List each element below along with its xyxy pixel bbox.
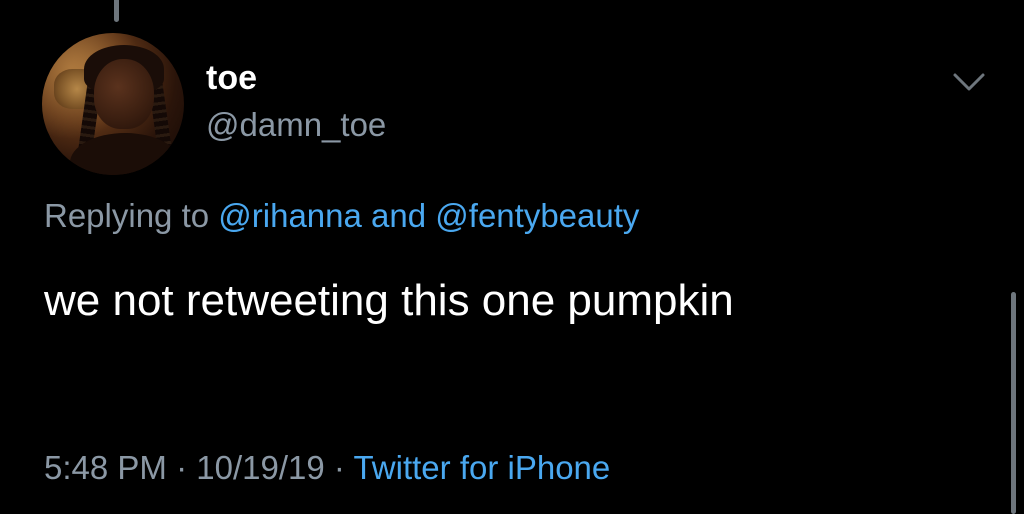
tweet-time: 5:48 PM [44, 449, 167, 486]
avatar[interactable] [42, 33, 184, 175]
meta-separator: · [176, 449, 188, 486]
tweet-text: we not retweeting this one pumpkin [44, 276, 734, 325]
user-handle[interactable]: @damn_toe [206, 105, 386, 145]
mention-fentybeauty[interactable]: @fentybeauty [435, 197, 639, 234]
thread-connector-line [114, 0, 119, 22]
replying-to-label: Replying to [44, 197, 210, 234]
chevron-down-icon[interactable] [952, 70, 986, 94]
display-name[interactable]: toe [206, 58, 257, 98]
tweet-meta: 5:48 PM · 10/19/19 · Twitter for iPhone [44, 447, 610, 489]
scrollbar[interactable] [1011, 292, 1016, 514]
replying-to-conjunction[interactable]: and [371, 197, 426, 234]
avatar-face [94, 59, 154, 129]
tweet-date: 10/19/19 [196, 449, 325, 486]
meta-separator: · [333, 449, 345, 486]
tweet-source-link[interactable]: Twitter for iPhone [353, 449, 610, 486]
replying-to-line: Replying to @rihanna and @fentybeauty [44, 196, 639, 236]
mention-rihanna[interactable]: @rihanna [218, 197, 362, 234]
